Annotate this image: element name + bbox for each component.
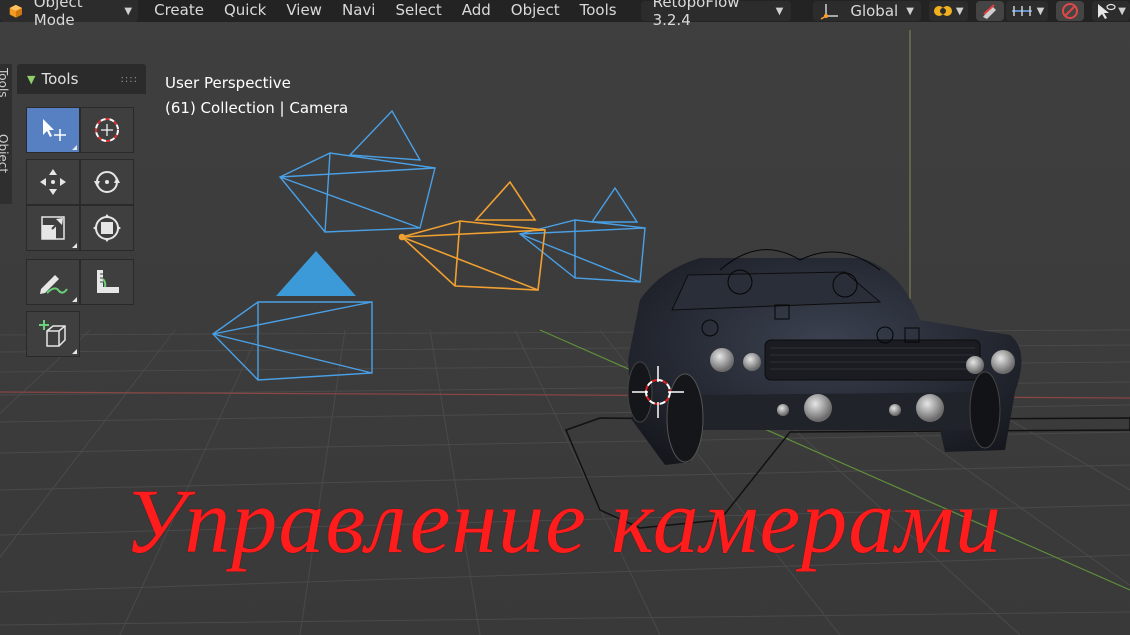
menu-navi[interactable]: Navi [332,0,385,22]
add-cube-tool[interactable] [26,311,80,357]
retopoflow-dropdown[interactable]: RetopoFlow 3.2.4 ▼ [640,0,792,29]
chevron-down-icon: ▼ [906,5,914,17]
collection-info-label: (61) Collection | Camera [165,99,349,117]
tool-variants-indicator [72,145,77,150]
cursor-eye-icon [1098,3,1116,19]
tools-panel-title: Tools [41,70,79,88]
chevron-down-icon: ▼ [1118,5,1126,17]
selectability-dropdown[interactable]: ▼ [1092,1,1130,21]
sidebar-tabs: Tools Object [0,64,12,204]
scale-icon [41,216,65,240]
view-perspective-label: User Perspective [165,74,291,92]
annotate-tool[interactable] [26,259,80,305]
proportional-edit-icon [1062,3,1079,19]
rotate-tool[interactable] [80,159,134,205]
drag-grip-icon[interactable]: :::: [121,74,138,85]
tools-panel-header[interactable]: ▼ Tools :::: [17,64,146,94]
rotate-icon [94,171,120,193]
object-cube-icon [9,4,22,18]
transform-axes-icon [820,4,839,20]
menu-create[interactable]: Create [144,0,214,22]
add-cube-icon [39,320,66,347]
menu-quick[interactable]: Quick [214,0,276,22]
tab-object[interactable]: Object [0,134,10,173]
select-box-tool[interactable] [26,107,80,153]
collapse-triangle-icon[interactable]: ▼ [27,73,35,86]
snap-magnet-icon [982,4,996,19]
menu-add[interactable]: Add [452,0,501,22]
video-title-overlay: Управление камерами [124,470,1002,572]
snap-target-dropdown[interactable]: ▼ [1005,1,1049,21]
move-arrows-icon [40,169,66,195]
pivot-point-dropdown[interactable]: ▼ [928,1,968,21]
tool-variants-indicator [72,243,77,248]
snapping-dropdown[interactable] [975,1,1004,21]
ruler-icon [97,270,119,293]
3d-cursor-icon [95,118,119,142]
tool-variants-indicator [72,297,77,302]
menu-tools[interactable]: Tools [570,0,627,22]
transform-orientation-dropdown[interactable]: Global ▼ [813,1,921,21]
chevron-down-icon: ▼ [775,5,784,17]
mode-label: Object Mode [33,0,83,29]
menu-object[interactable]: Object [501,0,570,22]
scale-tool[interactable] [26,205,80,251]
menu-select[interactable]: Select [385,0,451,22]
cursor-tool[interactable] [80,107,134,153]
transform-icon [93,214,121,242]
pivot-point-icon [933,6,952,16]
pencil-icon [40,275,68,294]
chevron-down-icon: ▼ [1036,5,1045,17]
header-bar: Object Mode ▼ Create Quick View Navi Sel… [0,0,1130,29]
move-tool[interactable] [26,159,80,205]
chevron-down-icon: ▼ [955,5,964,17]
proportional-editing-toggle[interactable] [1056,1,1085,21]
menu-view[interactable]: View [276,0,332,22]
tool-variants-indicator [72,349,77,354]
select-cursor-icon [43,119,66,141]
tab-tools[interactable]: Tools [0,68,10,98]
snap-increment-icon [1011,6,1032,16]
chevron-down-icon: ▼ [124,5,133,17]
measure-tool[interactable] [80,259,134,305]
orientation-label: Global [850,2,899,20]
mode-dropdown[interactable]: Object Mode ▼ [0,0,139,29]
retopoflow-label: RetopoFlow 3.2.4 [652,0,740,29]
transform-tool[interactable] [80,205,134,251]
